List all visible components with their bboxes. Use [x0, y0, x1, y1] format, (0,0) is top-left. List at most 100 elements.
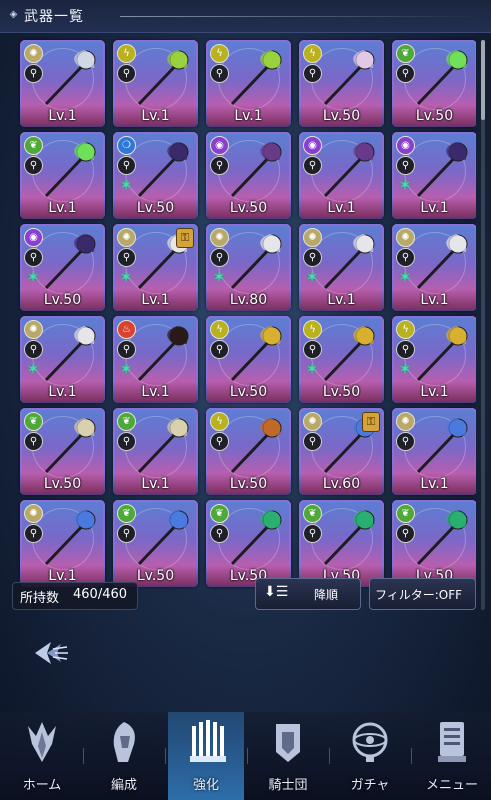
weapon-card[interactable]: ❦ ⚲ Lv.50	[299, 500, 384, 587]
wand-type-icon: ⚲	[303, 156, 322, 175]
weapon-level: Lv.50	[206, 381, 291, 403]
weapon-card[interactable]: ◉ ⚲ ✶ Lv.50	[20, 224, 105, 311]
wand-type-icon: ⚲	[303, 64, 322, 83]
weapon-card[interactable]: ✺ ⚲ ✶ Lv.1	[392, 224, 476, 311]
filter-label: フィルター:OFF	[375, 588, 463, 602]
weapon-staff-icon	[416, 418, 468, 474]
sort-order-button[interactable]: ⬇☰ 降順	[255, 578, 361, 610]
nav-item-0[interactable]: ホーム	[4, 712, 80, 800]
weapon-card[interactable]: ϟ ⚲ Lv.1	[206, 40, 291, 127]
weapon-card[interactable]: ❍ ⚲ ✶ Lv.50	[113, 132, 198, 219]
weapon-card[interactable]: ✺ ⚲ ✶ Lv.1	[20, 316, 105, 403]
header-diamond-icon: ◈	[9, 9, 18, 20]
weapon-card[interactable]: ✺ ⚲ Lv.1	[20, 500, 105, 587]
nav-separator	[83, 748, 84, 764]
weapon-card[interactable]: ❦ ⚲ Lv.1	[113, 408, 198, 495]
weapon-card[interactable]: ϟ ⚲ ✶ Lv.1	[392, 316, 476, 403]
formation-knight-icon	[113, 722, 135, 762]
wand-type-icon: ⚲	[396, 340, 415, 359]
wand-type-icon: ⚲	[396, 156, 415, 175]
nav-separator	[411, 748, 412, 764]
weapon-card[interactable]: ◉ ⚲ ✶ Lv.1	[392, 132, 476, 219]
weapon-card[interactable]: ♨ ⚲ ✶ Lv.1	[113, 316, 198, 403]
wand-type-icon: ⚲	[24, 432, 43, 451]
weapon-card[interactable]: ✺ ⚲ Lv.1	[392, 408, 476, 495]
grid-scrollbar[interactable]	[481, 40, 485, 610]
nav-label: ガチャ	[350, 778, 390, 793]
weapon-level: Lv.1	[299, 197, 384, 219]
wand-type-icon: ⚲	[117, 432, 136, 451]
thunder-element-icon: ϟ	[396, 320, 415, 339]
bottom-navigation: ホーム 編成 強化 騎士団 ガチャ メニュー	[0, 712, 491, 800]
weapon-card[interactable]: ❦ ⚲ Lv.50	[206, 500, 291, 587]
weapon-card[interactable]: ✺ ⚲ ⚿ Lv.60	[299, 408, 384, 495]
weapon-card[interactable]: ϟ ⚲ Lv.50	[299, 40, 384, 127]
light-element-icon: ✺	[24, 320, 43, 339]
nav-item-3[interactable]: 騎士団	[250, 712, 326, 800]
weapon-staff-icon	[44, 326, 96, 382]
dark-element-icon: ◉	[24, 228, 43, 247]
light-element-icon: ✺	[117, 228, 136, 247]
weapon-card[interactable]: ϟ ⚲ Lv.1	[113, 40, 198, 127]
weapon-level: Lv.1	[206, 105, 291, 127]
nav-item-2[interactable]: 強化	[168, 712, 244, 800]
filter-button[interactable]: フィルター:OFF	[369, 578, 476, 610]
weapon-level: Lv.1	[392, 473, 476, 495]
thunder-element-icon: ϟ	[117, 44, 136, 63]
nav-item-5[interactable]: メニュー	[414, 712, 490, 800]
wand-type-icon: ⚲	[303, 340, 322, 359]
light-element-icon: ✺	[210, 228, 229, 247]
lock-icon[interactable]: ⚿	[176, 228, 194, 248]
weapon-card[interactable]: ❦ ⚲ Lv.50	[392, 500, 476, 587]
weapon-level: Lv.1	[113, 381, 198, 403]
water-element-icon: ❍	[117, 136, 136, 155]
nav-label: メニュー	[425, 778, 478, 793]
scrollbar-thumb[interactable]	[481, 40, 485, 120]
weapon-staff-icon	[323, 50, 375, 106]
weapon-card[interactable]: ◉ ⚲ Lv.1	[299, 132, 384, 219]
weapon-card[interactable]: ϟ ⚲ Lv.50	[206, 316, 291, 403]
wand-type-icon: ⚲	[24, 156, 43, 175]
weapon-card[interactable]: ❦ ⚲ Lv.50	[20, 408, 105, 495]
thunder-element-icon: ϟ	[303, 320, 322, 339]
weapon-card[interactable]: ✺ ⚲ ✶ ⚿ Lv.1	[113, 224, 198, 311]
weapon-staff-icon	[44, 142, 96, 198]
weapon-staff-icon	[44, 50, 96, 106]
weapon-card[interactable]: ϟ ⚲ ✶ Lv.50	[299, 316, 384, 403]
dark-element-icon: ◉	[210, 136, 229, 155]
wind-element-icon: ❦	[117, 412, 136, 431]
star-icon: ✶	[212, 268, 226, 286]
weapon-card[interactable]: ✺ ⚲ Lv.1	[20, 40, 105, 127]
wand-type-icon: ⚲	[210, 524, 229, 543]
star-icon: ✶	[398, 268, 412, 286]
nav-item-4[interactable]: ガチャ	[332, 712, 408, 800]
wand-type-icon: ⚲	[210, 432, 229, 451]
wand-type-icon: ⚲	[24, 248, 43, 267]
back-arrow-icon[interactable]	[33, 638, 69, 668]
weapon-card[interactable]: ◉ ⚲ Lv.50	[206, 132, 291, 219]
weapon-staff-icon	[230, 510, 282, 566]
nav-item-1[interactable]: 編成	[86, 712, 162, 800]
wind-element-icon: ❦	[303, 504, 322, 523]
star-icon: ✶	[398, 360, 412, 378]
weapon-card[interactable]: ❦ ⚲ Lv.50	[113, 500, 198, 587]
weapon-card[interactable]: ϟ ⚲ Lv.50	[206, 408, 291, 495]
lock-icon[interactable]: ⚿	[362, 412, 380, 432]
weapon-staff-icon	[137, 510, 189, 566]
thunder-element-icon: ϟ	[303, 44, 322, 63]
weapon-card[interactable]: ❦ ⚲ Lv.50	[392, 40, 476, 127]
wind-element-icon: ❦	[210, 504, 229, 523]
weapon-card[interactable]: ✺ ⚲ ✶ Lv.80	[206, 224, 291, 311]
weapon-card[interactable]: ✺ ⚲ ✶ Lv.1	[299, 224, 384, 311]
weapon-level: Lv.1	[113, 105, 198, 127]
weapon-level: Lv.60	[299, 473, 384, 495]
weapon-staff-icon	[416, 326, 468, 382]
wand-type-icon: ⚲	[303, 248, 322, 267]
fire-element-icon: ♨	[117, 320, 136, 339]
home-helm-icon	[28, 722, 56, 762]
weapon-staff-icon	[230, 418, 282, 474]
weapon-staff-icon	[44, 510, 96, 566]
weapon-level: Lv.80	[206, 289, 291, 311]
knights-banner-icon	[276, 724, 300, 762]
weapon-card[interactable]: ❦ ⚲ Lv.1	[20, 132, 105, 219]
